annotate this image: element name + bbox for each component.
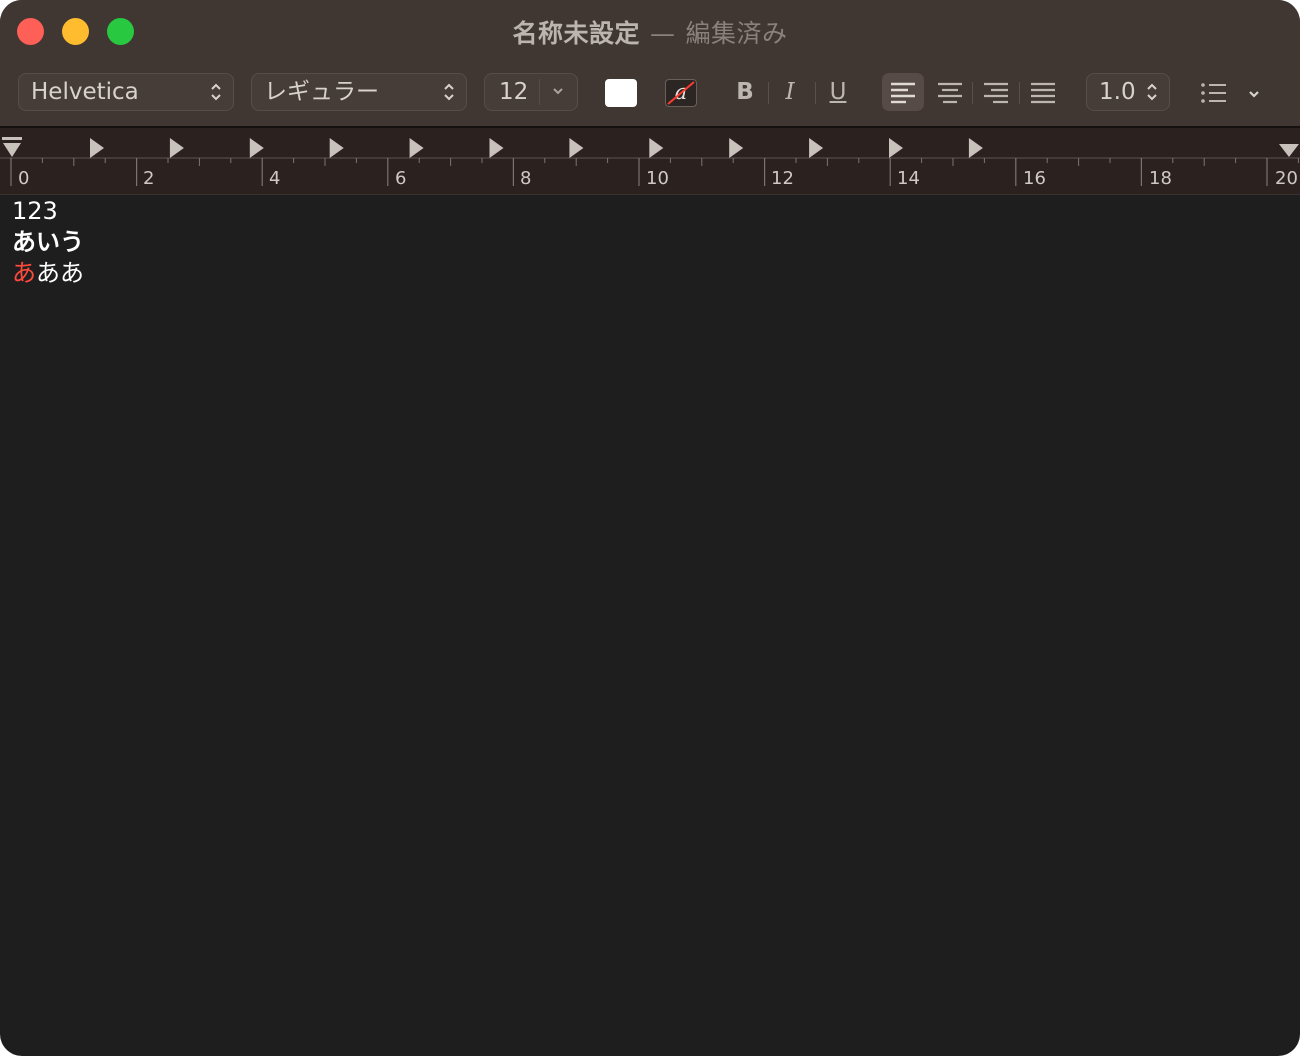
ruler-label: 12 — [771, 168, 794, 189]
document-text-area[interactable]: 123 あいう あああ — [12, 196, 84, 289]
up-down-arrows-icon — [211, 83, 221, 101]
ruler-label: 6 — [395, 168, 407, 189]
ruler-label: 20 — [1275, 168, 1298, 189]
align-center-icon — [938, 82, 962, 104]
tab-stop-marker[interactable] — [729, 138, 744, 158]
tab-stop-marker[interactable] — [489, 138, 504, 158]
ruler-label: 0 — [18, 168, 30, 189]
tab-stop-marker[interactable] — [90, 138, 104, 158]
divider — [768, 82, 769, 104]
align-left-button[interactable] — [882, 73, 924, 111]
ruler-label: 18 — [1149, 168, 1172, 189]
font-family-value: Helvetica — [31, 79, 139, 105]
divider — [539, 79, 540, 105]
background-color-well[interactable]: a — [665, 79, 697, 107]
font-family-popup[interactable]: Helvetica — [18, 73, 234, 111]
divider — [815, 82, 816, 104]
font-style-value: レギュラー — [264, 79, 379, 105]
text-line-3: あああ — [12, 258, 84, 289]
align-right-button[interactable] — [975, 73, 1017, 111]
ruler-label: 14 — [897, 168, 920, 189]
font-style-popup[interactable]: レギュラー — [251, 73, 467, 111]
ruler-label: 8 — [520, 168, 532, 189]
text-line-1: 123 — [12, 197, 58, 225]
divider — [1019, 82, 1020, 104]
edited-status: 編集済み — [685, 19, 788, 48]
left-indent-marker[interactable] — [3, 143, 21, 157]
tab-stop-marker[interactable] — [329, 138, 344, 158]
bold-button[interactable]: B — [727, 74, 763, 110]
ruler-label: 10 — [646, 168, 669, 189]
first-line-indent-marker[interactable] — [2, 137, 22, 140]
ruler-label: 16 — [1023, 168, 1046, 189]
divider — [972, 82, 973, 104]
align-left-icon — [891, 82, 915, 104]
font-size-value: 12 — [499, 79, 529, 105]
titlebar: 名称未設定 — 編集済み Helvetica レギュラー 12 B I U 1.… — [0, 0, 1300, 128]
align-center-button[interactable] — [929, 73, 971, 111]
list-bullets-icon[interactable] — [1198, 78, 1230, 108]
no-color-slash-icon — [667, 81, 695, 105]
up-down-arrows-icon — [444, 83, 454, 101]
tab-stop-marker[interactable] — [569, 138, 584, 158]
window-title: 名称未設定 — 編集済み — [0, 14, 1300, 50]
tab-stop-marker[interactable] — [649, 138, 664, 158]
tab-stop-marker[interactable] — [968, 138, 983, 158]
align-right-icon — [984, 82, 1008, 104]
text-line-2: あいう — [12, 228, 84, 256]
tab-stop-marker[interactable] — [409, 138, 424, 158]
italic-button[interactable]: I — [772, 74, 808, 110]
text-run: ああ — [36, 259, 84, 287]
chevron-down-icon[interactable] — [1245, 84, 1263, 104]
line-spacing-value: 1.0 — [1099, 79, 1136, 105]
ruler-label: 2 — [143, 168, 155, 189]
red-text-run: あ — [12, 259, 36, 287]
chevron-down-icon[interactable] — [549, 81, 567, 101]
tab-stop-marker[interactable] — [249, 138, 264, 158]
tab-stop-marker[interactable] — [889, 138, 903, 158]
align-justify-icon — [1031, 82, 1055, 104]
align-justify-button[interactable] — [1022, 73, 1064, 111]
underline-button[interactable]: U — [820, 74, 856, 110]
right-margin-marker[interactable] — [1279, 144, 1299, 157]
tab-stop-marker[interactable] — [169, 138, 184, 158]
line-spacing-popup[interactable]: 1.0 — [1086, 73, 1170, 111]
tab-stop-marker[interactable] — [809, 138, 824, 158]
ruler-label: 4 — [269, 168, 281, 189]
up-down-arrows-icon — [1147, 83, 1157, 101]
textedit-window: 名称未設定 — 編集済み Helvetica レギュラー 12 B I U 1.… — [0, 0, 1300, 1056]
font-size-combo[interactable]: 12 — [484, 73, 578, 111]
document-name: 名称未設定 — [512, 19, 640, 48]
title-separator: — — [650, 19, 676, 48]
text-color-well[interactable] — [605, 79, 637, 107]
ruler[interactable]: 0 2 4 6 8 10 12 14 16 18 20 — [0, 128, 1300, 195]
